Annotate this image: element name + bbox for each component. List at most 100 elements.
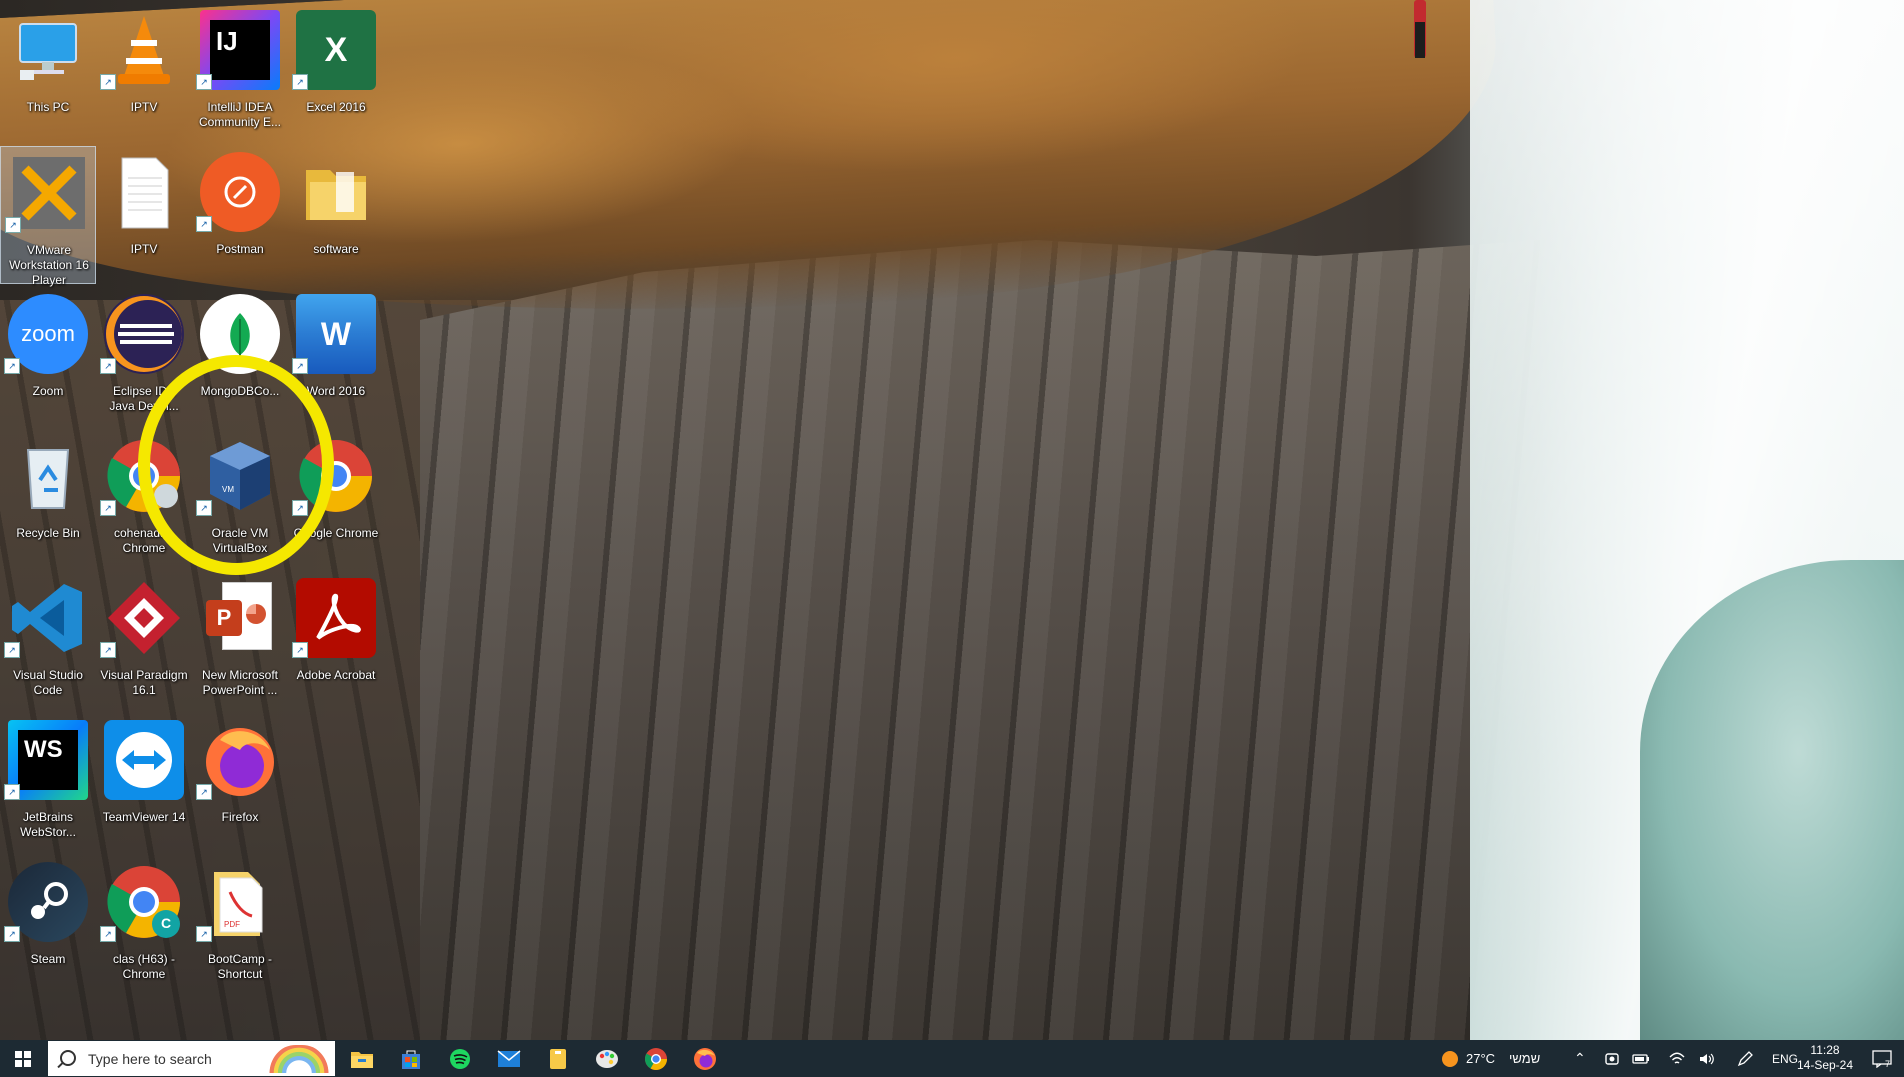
taskbar-sticky-notes[interactable] (543, 1044, 573, 1074)
shortcut-arrow-icon: ↗ (100, 926, 116, 942)
desktop-icon-iptv-file[interactable]: IPTV (96, 146, 192, 284)
clock-date: 14-Sep-24 (1796, 1058, 1854, 1072)
tray-wifi[interactable] (1668, 1040, 1686, 1077)
search-highlight-rainbow-icon (268, 1045, 330, 1073)
shortcut-arrow-icon: ↗ (196, 784, 212, 800)
taskbar-chrome[interactable] (641, 1044, 671, 1074)
desktop-icon-vscode[interactable]: ↗ Visual Studio Code (0, 572, 96, 710)
windows-logo-icon (15, 1050, 31, 1067)
pdf-folder-icon: PDF (200, 862, 280, 942)
teamviewer-icon (104, 720, 184, 800)
desktop-icon-vmware[interactable]: ↗ VMware Workstation 16 Player (0, 146, 96, 287)
shortcut-arrow-icon: ↗ (292, 642, 308, 658)
mail-icon (497, 1050, 521, 1067)
paint-palette-icon (596, 1050, 618, 1068)
desktop-icon-intellij[interactable]: IJ ↗ IntelliJ IDEA Community E... (192, 4, 288, 142)
postman-icon (200, 152, 280, 232)
desktop-icon-adobe-acrobat[interactable]: ↗ Adobe Acrobat (288, 572, 384, 710)
acrobat-icon (296, 578, 376, 658)
desktop-icon-label: Postman (216, 242, 264, 256)
shortcut-arrow-icon: ↗ (196, 926, 212, 942)
shortcut-arrow-icon: ↗ (4, 784, 20, 800)
desktop-icon-postman[interactable]: ↗ Postman (192, 146, 288, 284)
desktop-icon-steam[interactable]: ↗ Steam (0, 856, 96, 994)
battery-icon (1632, 1053, 1649, 1064)
desktop-icon-teamviewer[interactable]: TeamViewer 14 (96, 714, 192, 852)
desktop-icon-webstorm[interactable]: WS ↗ JetBrains WebStor... (0, 714, 96, 852)
intellij-icon: IJ (200, 10, 280, 90)
taskbar-mail[interactable] (494, 1044, 524, 1074)
tray-battery[interactable] (1632, 1040, 1650, 1077)
taskbar-file-explorer[interactable] (347, 1044, 377, 1074)
folder-icon (296, 152, 376, 232)
highlight-circle-annotation (138, 355, 334, 575)
firefox-icon (694, 1048, 716, 1070)
tray-volume[interactable] (1698, 1040, 1716, 1077)
desktop-icon-label: Firefox (221, 810, 259, 824)
desktop-icon-label: Visual Paradigm 16.1 (100, 668, 188, 697)
excel-icon: X (296, 10, 376, 90)
shortcut-arrow-icon: ↗ (4, 926, 20, 942)
shortcut-arrow-icon: ↗ (100, 500, 116, 516)
shortcut-arrow-icon: ↗ (100, 74, 116, 90)
shortcut-arrow-icon: ↗ (100, 358, 116, 374)
taskbar-microsoft-store[interactable] (396, 1044, 426, 1074)
vmware-icon (9, 153, 89, 233)
desktop-icon-chrome-clas[interactable]: C ↗ clas (H63) - Chrome (96, 856, 192, 994)
action-center-button[interactable]: 7 (1872, 1040, 1892, 1077)
desktop-icon-firefox[interactable]: ↗ Firefox (192, 714, 288, 852)
file-explorer-icon (351, 1052, 373, 1068)
desktop-icon-visual-paradigm[interactable]: ↗ Visual Paradigm 16.1 (96, 572, 192, 710)
search-placeholder: Type here to search (88, 1051, 212, 1067)
wifi-icon (1669, 1052, 1685, 1064)
desktop-icon-this-pc[interactable]: This PC (0, 4, 96, 142)
taskbar-paint[interactable] (592, 1044, 622, 1074)
camera-icon (1605, 1052, 1619, 1065)
taskbar-spotify[interactable] (445, 1044, 475, 1074)
desktop-icon-label: Excel 2016 (306, 100, 366, 114)
desktop-icon-label: Zoom (32, 384, 64, 398)
desktop-icon-label: BootCamp - Shortcut (207, 952, 273, 981)
show-hidden-icons-button[interactable]: ⌃ (1574, 1040, 1586, 1077)
chrome-profile-icon: C (104, 862, 184, 942)
start-button[interactable] (0, 1040, 46, 1077)
tray-pen-workspace[interactable] (1736, 1040, 1754, 1077)
speaker-icon (1700, 1053, 1714, 1064)
tray-meet-now[interactable] (1604, 1040, 1620, 1077)
eclipse-icon (104, 294, 184, 374)
desktop-icon-iptv-vlc[interactable]: ↗ IPTV (96, 4, 192, 142)
chevron-up-icon: ⌃ (1574, 1050, 1586, 1066)
desktop-icon-bootcamp[interactable]: PDF ↗ BootCamp - Shortcut (192, 856, 288, 994)
shortcut-arrow-icon: ↗ (292, 358, 308, 374)
desktop-icon-powerpoint-file[interactable]: P New Microsoft PowerPoint ... (192, 572, 288, 710)
wallpaper-cliff (420, 240, 1540, 1040)
monitor-icon (8, 10, 88, 90)
desktop-icon-label: software (313, 242, 359, 256)
weather-widget[interactable]: 27°C שמשי (1442, 1040, 1540, 1077)
taskbar-firefox[interactable] (690, 1044, 720, 1074)
word-icon: W (296, 294, 376, 374)
shortcut-arrow-icon: ↗ (292, 74, 308, 90)
desktop-icon-label: VMware Workstation 16 Player (9, 243, 89, 287)
desktop-icon-label: Recycle Bin (16, 526, 80, 540)
desktop-icon-excel[interactable]: X ↗ Excel 2016 (288, 4, 384, 142)
desktop-icon-label: Adobe Acrobat (296, 668, 376, 682)
taskbar: Type here to search 27°C שמשי ⌃ ENG 11:2… (0, 1040, 1904, 1077)
shortcut-arrow-icon: ↗ (100, 642, 116, 658)
recycle-bin-icon (8, 436, 88, 516)
weather-location: שמשי (1509, 1051, 1541, 1066)
desktop-icon-zoom[interactable]: zoom ↗ Zoom (0, 288, 96, 426)
shortcut-arrow-icon: ↗ (5, 217, 21, 233)
spotify-icon (450, 1049, 470, 1069)
desktop-icon-label: TeamViewer 14 (102, 810, 186, 824)
taskbar-search-box[interactable]: Type here to search (48, 1041, 335, 1076)
desktop-icon-recycle-bin[interactable]: Recycle Bin (0, 430, 96, 568)
desktop-icon-software-folder[interactable]: software (288, 146, 384, 284)
desktop-icon-label: This PC (26, 100, 70, 114)
chrome-icon (645, 1048, 667, 1070)
taskbar-clock[interactable]: 11:28 14-Sep-24 (1790, 1043, 1860, 1073)
desktop-icon-label: clas (H63) - Chrome (112, 952, 175, 981)
desktop-icon-label: Steam (30, 952, 66, 966)
desktop-icon-label: JetBrains WebStor... (20, 810, 76, 839)
search-icon (60, 1050, 76, 1066)
